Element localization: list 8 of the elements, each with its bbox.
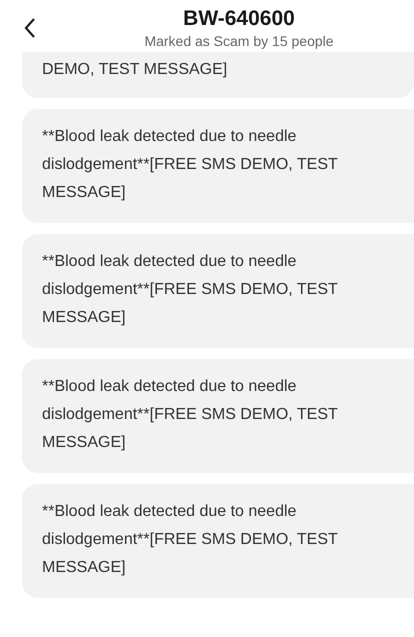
scam-warning: Marked as Scam by 15 people: [144, 32, 334, 50]
message-bubble: **Blood leak detected due to needle dislodgement**[FREE SMS DEMO, TEST MESSAGE]: [22, 234, 414, 348]
contact-title: BW-640600: [183, 6, 295, 32]
back-icon: [23, 17, 37, 39]
message-bubble: **Blood leak detected due to needle dislodgement**[FREE SMS DEMO, TEST MESSAGE]: [22, 109, 414, 223]
message-bubble: DEMO, TEST MESSAGE]: [22, 52, 414, 98]
message-bubble: **Blood leak detected due to needle dislodgement**[FREE SMS DEMO, TEST MESSAGE]: [22, 484, 414, 598]
message-bubble: **Blood leak detected due to needle dislodgement**[FREE SMS DEMO, TEST MESSAGE]: [22, 359, 414, 473]
